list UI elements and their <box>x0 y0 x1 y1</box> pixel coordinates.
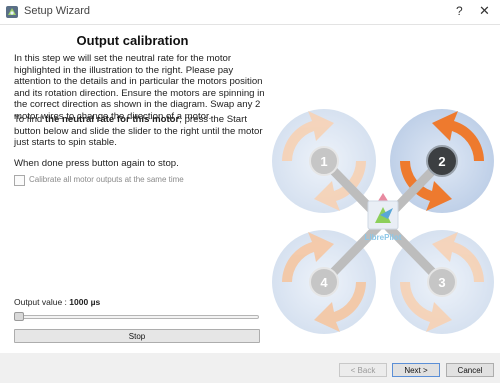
librepilot-logo-icon <box>6 6 18 18</box>
wizard-footer: < Back Next > Cancel <box>0 354 500 383</box>
help-button[interactable]: ? <box>456 4 463 18</box>
output-value: 1000 µs <box>69 297 101 307</box>
slider-groove[interactable] <box>14 315 259 319</box>
motor-1-label: 1 <box>320 154 327 169</box>
wizard-page: Output calibration In this step we will … <box>0 25 500 353</box>
librepilot-logo-text: LibrePilot <box>365 233 402 242</box>
text-bold: the neutral rate for this motor <box>44 114 180 125</box>
output-value-label: Output value : 1000 µs <box>14 297 100 307</box>
cancel-button[interactable]: Cancel <box>446 363 494 377</box>
motor-3-label: 3 <box>438 275 445 290</box>
text-prefix: To find <box>14 114 45 125</box>
next-button[interactable]: Next > <box>392 363 440 377</box>
motor-2-label: 2 <box>438 154 445 169</box>
motor-1: 1 <box>309 146 339 176</box>
motor-4-label: 4 <box>320 275 328 290</box>
calibrate-all-label: Calibrate all motor outputs at the same … <box>29 175 184 184</box>
window-title: Setup Wizard <box>24 5 91 17</box>
output-value-prefix: Output value : <box>14 297 70 307</box>
stop-hint-paragraph: When done press button again to stop. <box>14 158 179 169</box>
close-button[interactable]: ✕ <box>479 3 490 19</box>
motor-2: 2 <box>426 145 458 177</box>
calibrate-all-checkbox[interactable] <box>14 175 25 186</box>
output-slider[interactable] <box>14 312 259 322</box>
page-title: Output calibration <box>76 33 189 48</box>
neutral-rate-paragraph: To find the neutral rate for this motor,… <box>14 114 272 149</box>
back-button[interactable]: < Back <box>339 363 387 377</box>
motor-3: 3 <box>427 267 457 297</box>
stop-button[interactable]: Stop <box>14 329 260 343</box>
motor-4: 4 <box>309 267 339 297</box>
instructions-paragraph: In this step we will set the neutral rat… <box>14 53 265 122</box>
flight-controller-icon <box>367 193 399 230</box>
slider-handle[interactable] <box>14 312 24 321</box>
window-titlebar: Setup Wizard ? ✕ <box>0 0 500 25</box>
motor-diagram: LibrePilot 1 2 4 3 <box>272 109 494 334</box>
